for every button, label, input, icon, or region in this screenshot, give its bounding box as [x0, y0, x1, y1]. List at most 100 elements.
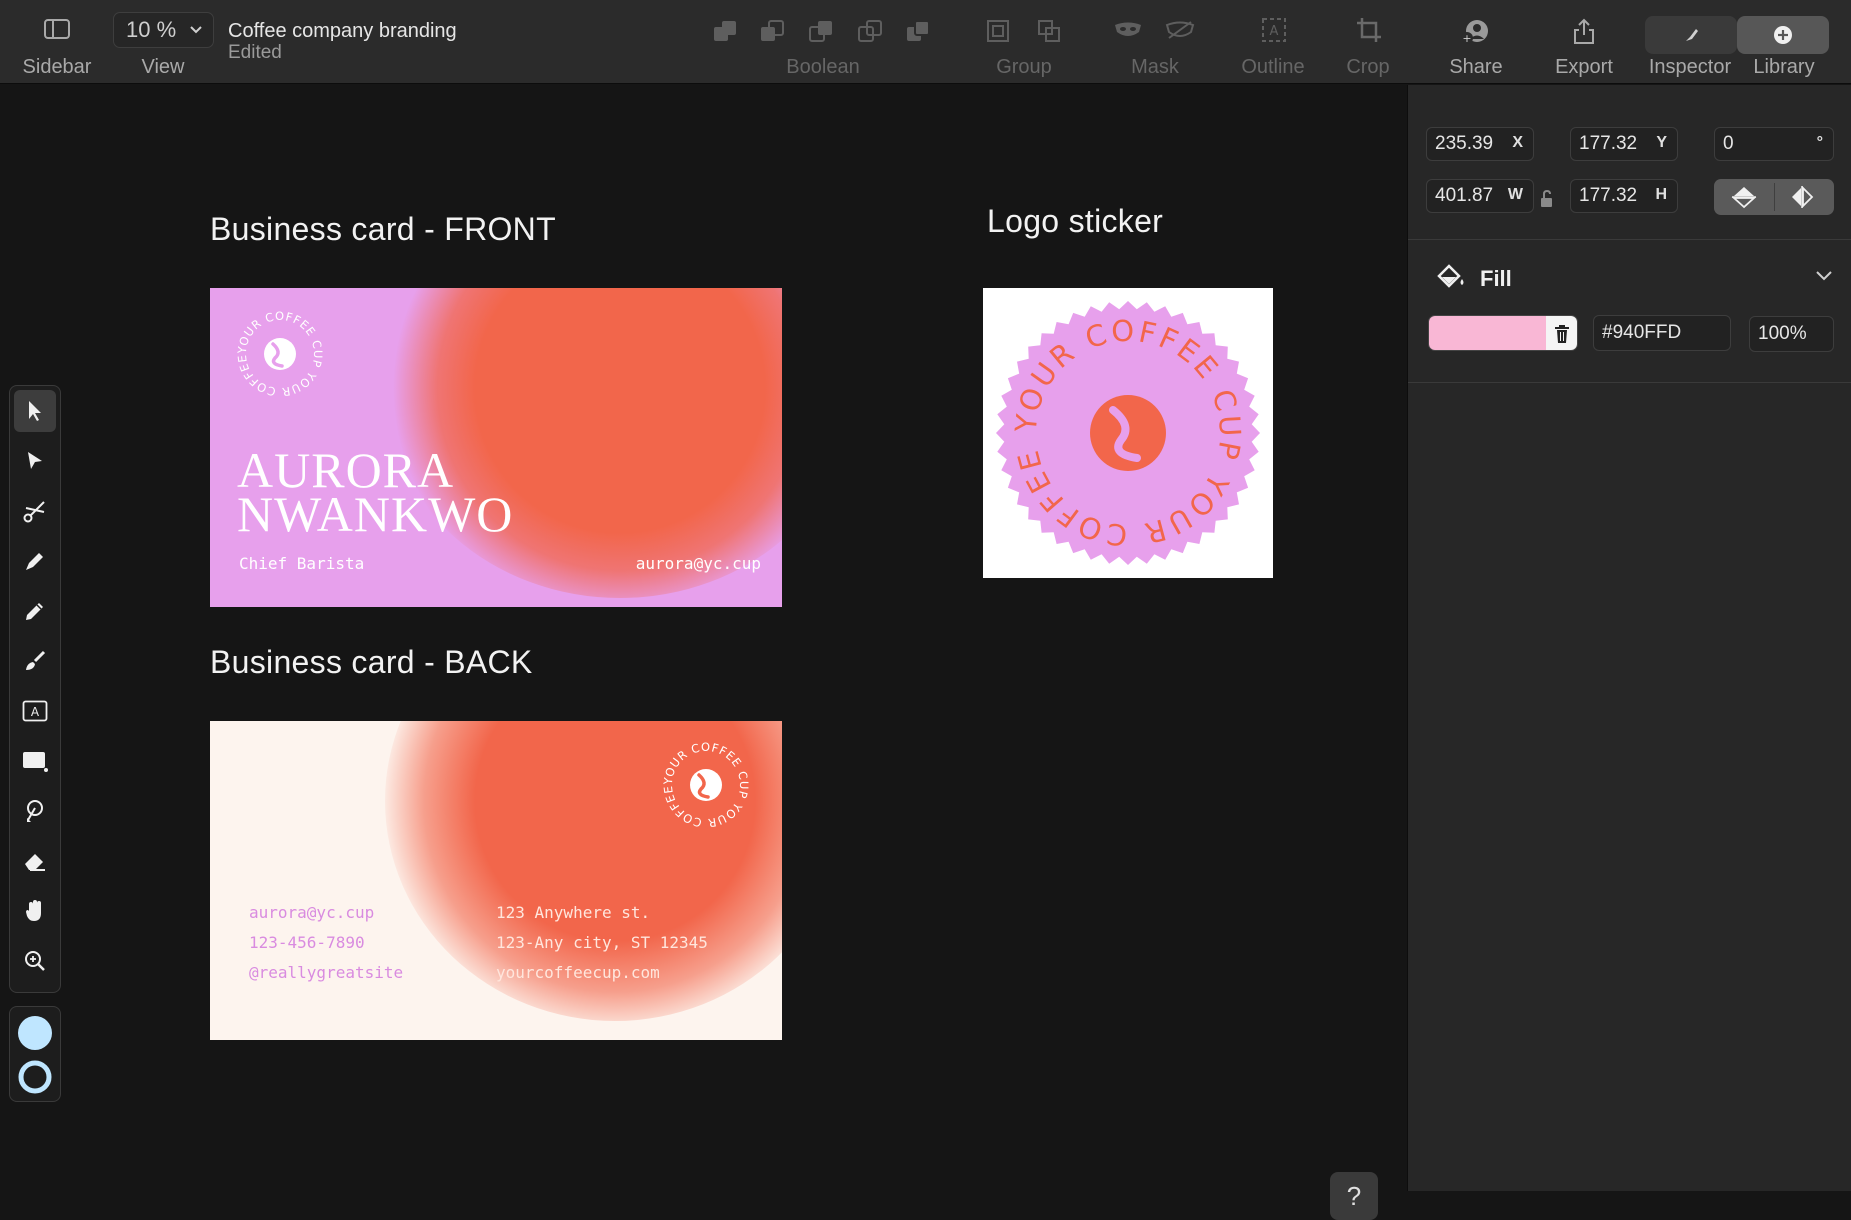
business-card-front[interactable]: YOUR COFFEE CUP YOUR COFFEE CUP AURORA N…	[210, 288, 782, 607]
fill-opacity-value: 100%	[1758, 323, 1807, 344]
back-email: aurora@yc.cup	[249, 903, 375, 922]
fill-color-swatch[interactable]	[1428, 315, 1578, 351]
intersect-icon[interactable]	[808, 18, 836, 44]
top-toolbar: Sidebar 10 % View Coffee company brandin…	[0, 0, 1851, 84]
inspector-tab[interactable]	[1645, 16, 1737, 54]
sticker-badge: YOUR COFFEE CUP YOUR COFFEE CUP	[971, 261, 1260, 565]
sticker-section-title: Logo sticker	[987, 203, 1164, 239]
fill-collapse-chevron-icon[interactable]	[1814, 269, 1834, 283]
y-value: 177.32	[1579, 133, 1638, 154]
magnifier-icon	[25, 951, 45, 971]
x-field[interactable]: 235.39 X	[1426, 127, 1534, 161]
name-last: NWANKWO	[237, 486, 514, 542]
fill-color-indicator[interactable]	[17, 1015, 53, 1051]
zoom-dropdown[interactable]: 10 %	[113, 12, 214, 48]
export-label: Export	[1555, 56, 1613, 78]
scissors-tool[interactable]	[14, 490, 56, 532]
fill-hex-field[interactable]: #940FFD	[1593, 315, 1731, 351]
flip-controls	[1714, 179, 1834, 215]
y-label: Y	[1656, 134, 1667, 151]
contact-right: 123 Anywhere st. 123-Any city, ST 12345 …	[496, 898, 708, 988]
rectangle-icon	[23, 752, 48, 772]
direct-select-tool[interactable]	[14, 440, 56, 482]
text-box-icon: A	[22, 700, 48, 722]
small-logo-emblem: YOUR COFFEE CUP YOUR COFFEE CUP	[230, 304, 324, 399]
document-status: Edited	[228, 42, 282, 63]
rotation-field[interactable]: 0 °	[1714, 127, 1834, 161]
eraser-tool[interactable]	[14, 840, 56, 882]
sidebar-label: Sidebar	[22, 56, 92, 78]
shape-tool[interactable]	[14, 740, 56, 782]
fill-swatch-color	[1429, 316, 1547, 350]
pen-tool[interactable]	[14, 540, 56, 582]
pencil-tool[interactable]	[14, 590, 56, 632]
document-title[interactable]: Coffee company branding	[228, 20, 457, 43]
inspector-divider	[1408, 382, 1851, 383]
zoom-value: 10 %	[126, 17, 177, 42]
flip-horizontal-icon[interactable]	[1788, 185, 1816, 209]
brush-icon	[26, 650, 46, 670]
help-button[interactable]: ?	[1330, 1172, 1378, 1220]
crop-label: Crop	[1346, 56, 1390, 78]
lock-ratio-icon[interactable]	[1538, 189, 1556, 209]
logo-sticker[interactable]: YOUR COFFEE CUP YOUR COFFEE CUP	[971, 261, 1273, 578]
mask-label: Mask	[1131, 56, 1179, 78]
flip-vertical-icon[interactable]	[1730, 185, 1758, 209]
mask-icon[interactable]	[1113, 20, 1143, 42]
fill-section-label: Fill	[1480, 266, 1512, 291]
share-button[interactable]: + Share	[1430, 0, 1522, 84]
zoom-tool[interactable]	[14, 940, 56, 982]
library-label: Library	[1753, 56, 1815, 78]
paint-bucket-icon	[1437, 264, 1464, 288]
canvas[interactable]: Business card - FRONT Logo sticker Busin…	[0, 85, 1407, 1220]
library-tab[interactable]	[1737, 16, 1829, 54]
text-tool[interactable]: A	[14, 690, 56, 732]
export-button[interactable]: Export	[1538, 0, 1630, 84]
back-website: yourcoffeecup.com	[496, 963, 660, 982]
x-value: 235.39	[1435, 133, 1494, 154]
y-field[interactable]: 177.32 Y	[1570, 127, 1678, 161]
back-section-title: Business card - BACK	[210, 644, 533, 680]
delete-fill-button[interactable]	[1546, 316, 1577, 350]
hand-icon	[26, 900, 41, 921]
boolean-label: Boolean	[786, 56, 860, 78]
fill-tool[interactable]	[14, 790, 56, 832]
svg-text:A: A	[1270, 24, 1279, 39]
business-card-back[interactable]: YOUR COFFEE CUP YOUR COFFEE CUP aurora@y…	[210, 721, 782, 1040]
height-field[interactable]: 177.32 H	[1570, 179, 1678, 213]
w-value: 401.87	[1435, 185, 1494, 206]
outline-icon[interactable]: A	[1261, 17, 1287, 43]
flatten-icon[interactable]	[905, 18, 933, 44]
sidebar-icon	[44, 19, 70, 39]
group-icon[interactable]	[985, 18, 1011, 44]
svg-text:A: A	[31, 705, 40, 719]
union-icon[interactable]	[712, 18, 740, 44]
view-label: View	[141, 56, 185, 78]
contact-left: aurora@yc.cup 123-456-7890 @reallygreats…	[249, 898, 403, 988]
flip-divider	[1774, 183, 1775, 211]
rotation-unit: °	[1816, 134, 1823, 151]
back-social: @reallygreatsite	[249, 963, 404, 982]
fill-opacity-field[interactable]: 100%	[1749, 316, 1834, 352]
ungroup-icon[interactable]	[1036, 18, 1062, 44]
stroke-color-indicator[interactable]	[17, 1059, 53, 1095]
width-field[interactable]: 401.87 W	[1426, 179, 1534, 213]
unmask-icon[interactable]	[1165, 20, 1195, 42]
scissors-icon	[23, 501, 45, 523]
inspector-divider	[1408, 239, 1851, 240]
hand-tool[interactable]	[14, 890, 56, 932]
brush-tool[interactable]	[14, 640, 56, 682]
select-tool[interactable]	[14, 390, 56, 432]
share-label: Share	[1449, 56, 1503, 78]
trash-icon	[1554, 325, 1569, 343]
h-label: H	[1655, 186, 1667, 203]
difference-icon[interactable]	[857, 18, 885, 44]
outline-label: Outline	[1241, 56, 1305, 78]
person-name: AURORA NWANKWO	[237, 445, 514, 542]
subtract-icon[interactable]	[759, 18, 787, 44]
inspector-pen-icon	[1686, 29, 1698, 41]
sidebar-toggle-button[interactable]: Sidebar	[0, 0, 112, 84]
pencil-icon	[26, 603, 43, 620]
rotation-value: 0	[1723, 133, 1734, 154]
crop-icon[interactable]	[1356, 17, 1382, 43]
